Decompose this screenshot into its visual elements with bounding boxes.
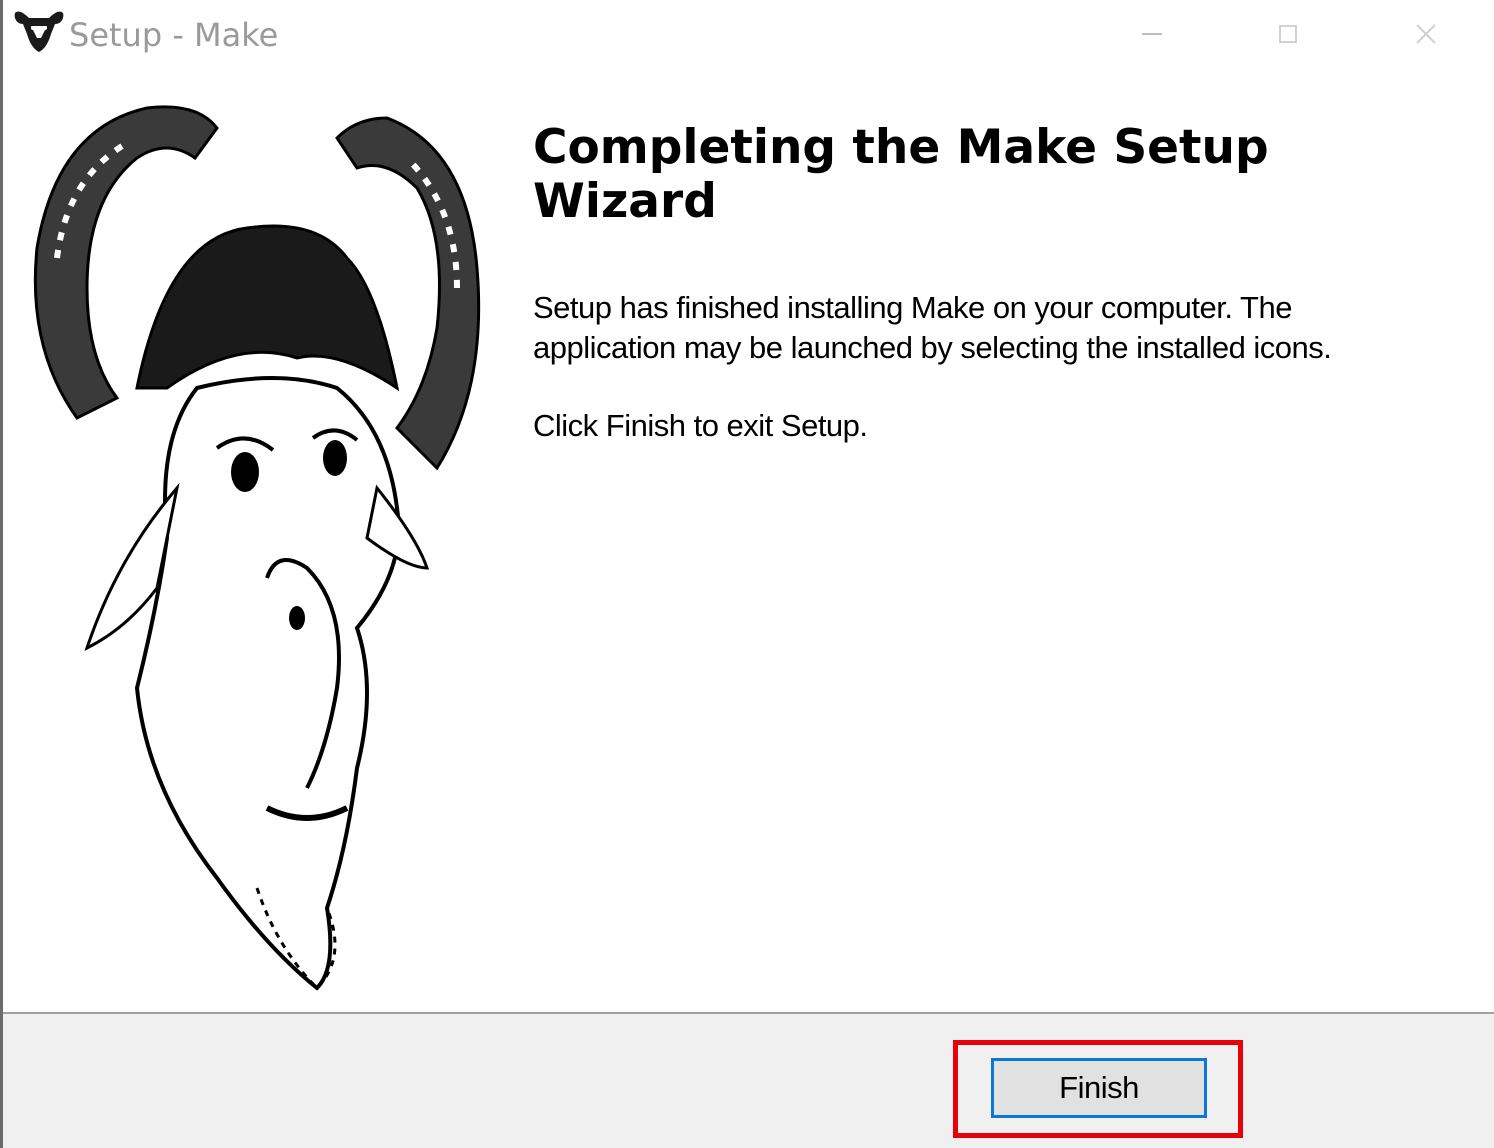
maximize-icon (1279, 25, 1297, 43)
wizard-heading: Completing the Make Setup Wizard (533, 120, 1269, 229)
wizard-footer (3, 1014, 1494, 1148)
gnu-head-illustration (33, 105, 481, 991)
window-title: Setup - Make (69, 16, 279, 54)
wizard-content: Completing the Make Setup Wizard Setup h… (3, 76, 1494, 1012)
close-button[interactable] (1391, 8, 1461, 60)
minimize-button[interactable] (1117, 8, 1187, 60)
exit-instruction: Click Finish to exit Setup. (533, 408, 868, 443)
setup-window: Setup - Make Completing the Make Setup W… (0, 0, 1494, 1148)
minimize-icon (1142, 33, 1162, 35)
title-bar[interactable]: Setup - Make (3, 0, 1494, 76)
finish-button[interactable]: Finish (991, 1058, 1207, 1118)
close-icon (1416, 24, 1436, 44)
gnu-head-icon (14, 11, 64, 53)
maximize-button[interactable] (1253, 8, 1323, 60)
completion-message: Setup has finished installing Make on yo… (533, 290, 1332, 365)
